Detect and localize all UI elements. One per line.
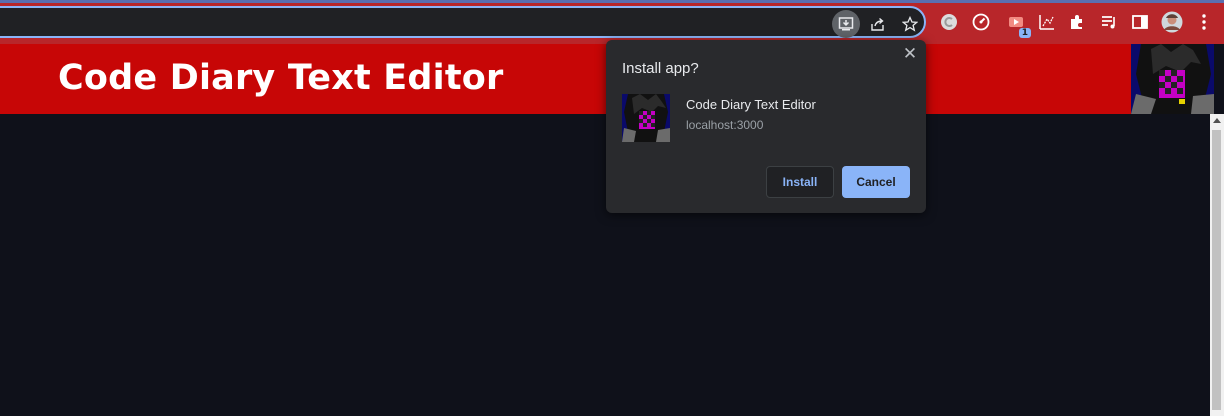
close-icon[interactable]: ✕ (902, 45, 918, 62)
bookmark-star-icon[interactable] (896, 10, 924, 38)
dialog-app-origin: localhost:3000 (686, 118, 764, 132)
app-icon (622, 94, 670, 142)
scroll-thumb[interactable] (1212, 130, 1221, 410)
reading-list-icon[interactable] (1096, 9, 1122, 35)
install-button[interactable]: Install (766, 166, 834, 198)
extension-badge-count: 1 (1018, 28, 1031, 38)
dialog-title: Install app? (622, 60, 699, 77)
speedometer-icon[interactable] (968, 9, 994, 35)
page-scrollbar[interactable] (1210, 114, 1224, 416)
dialog-app-name: Code Diary Text Editor (686, 97, 816, 112)
toolbar-edge (0, 0, 1224, 3)
browser-toolbar: 1 (0, 0, 1224, 44)
app-logo-image (1131, 44, 1214, 114)
extension-badge-icon[interactable]: 1 (1003, 9, 1031, 38)
profile-avatar[interactable] (1159, 9, 1185, 35)
share-icon[interactable] (864, 10, 892, 38)
address-bar[interactable] (0, 6, 926, 38)
install-app-icon[interactable] (832, 10, 860, 38)
extension-grid-icon[interactable] (1034, 9, 1060, 35)
page-title: Code Diary Text Editor (58, 58, 504, 98)
kebab-menu-icon[interactable] (1191, 9, 1217, 35)
extensions-puzzle-icon[interactable] (1064, 9, 1090, 35)
scroll-up-arrow-icon[interactable] (1213, 118, 1221, 123)
extension-c-icon[interactable] (936, 9, 962, 35)
cancel-button[interactable]: Cancel (842, 166, 910, 198)
install-app-dialog: Install app? ✕ Code Diary Text Editor lo… (606, 40, 926, 213)
side-panel-icon[interactable] (1127, 9, 1153, 35)
